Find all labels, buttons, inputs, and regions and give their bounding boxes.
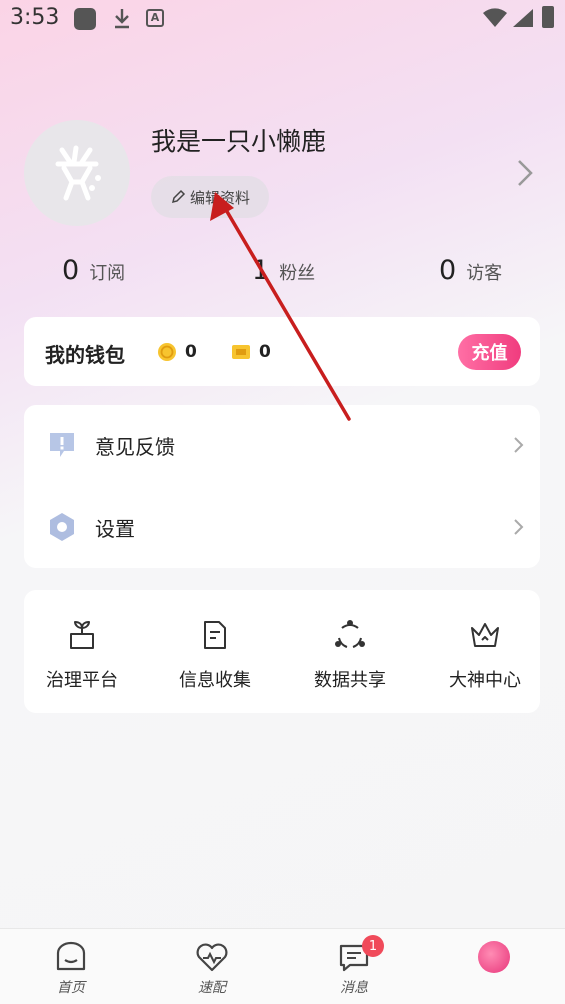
nav-label: 消息 [340,980,368,996]
stat-value: 1 [252,255,270,286]
stat-visitors[interactable]: 0 访客 [439,255,502,286]
accessibility-icon: A [146,9,164,27]
nav-label: 首页 [57,980,85,996]
grid-item-data-share[interactable]: 数据共享 [295,618,405,692]
coin-icon [158,343,176,361]
chevron-right-icon [514,437,524,453]
home-face-icon [56,941,86,971]
grid-item-master-center[interactable]: 大神中心 [430,618,540,692]
recharge-button[interactable]: 充值 [458,334,521,370]
share-icon [335,620,365,648]
deer-logo-icon [55,145,101,201]
tab-home[interactable]: 首页 [31,939,111,997]
chevron-right-icon [514,519,524,535]
edit-profile-button[interactable]: 编辑资料 [151,176,269,218]
nav-label: 速配 [198,980,226,996]
avatar[interactable] [24,120,130,226]
document-icon [204,621,226,649]
coin-balance: 0 [157,342,197,362]
stat-label: 访客 [466,263,503,284]
bottom-nav: 首页 速配 1 消息 [0,928,565,1004]
grid-item-governance[interactable]: 治理平台 [27,618,137,692]
chevron-right-icon[interactable] [514,158,536,188]
coin-count: 0 [185,342,197,362]
menu-label: 设置 [95,516,135,541]
grid-item-info-collect[interactable]: 信息收集 [160,618,270,692]
tab-match[interactable]: 速配 [172,939,252,997]
menu-item-feedback[interactable]: 意见反馈 [24,405,540,485]
wallet-card[interactable]: 我的钱包 0 0 充值 [24,317,540,386]
tab-profile[interactable] [454,939,534,975]
status-time: 3:53 [10,5,60,30]
status-bar: 3:53 A [0,0,565,38]
profile-tab-icon [478,941,510,973]
heart-pulse-icon [196,943,228,972]
wifi-icon [483,8,507,27]
pencil-icon [171,189,186,204]
battery-icon [542,6,554,28]
stat-subscriptions[interactable]: 0 订阅 [62,255,125,286]
stat-label: 订阅 [89,263,126,284]
profile-stats: 0 订阅 1 粉丝 0 访客 [0,255,565,299]
settings-icon [50,513,74,541]
unread-badge: 1 [362,935,384,957]
grid-label: 数据共享 [314,670,386,691]
wallet-title: 我的钱包 [45,343,125,367]
username: 我是一只小懒鹿 [151,127,327,156]
stat-followers[interactable]: 1 粉丝 [252,255,315,286]
crown-icon [471,623,499,647]
plant-icon [70,621,94,649]
edit-profile-label: 编辑资料 [189,188,250,207]
services-grid: 治理平台 信息收集 数据共享 大神中心 [24,590,540,713]
app-notification-icon [74,8,96,30]
menu-card: 意见反馈 设置 [24,405,540,568]
feedback-icon [50,433,74,457]
grid-label: 治理平台 [46,670,118,691]
ticket-count: 0 [259,342,271,362]
signal-icon [513,9,533,27]
ticket-icon [232,345,250,359]
menu-label: 意见反馈 [95,434,175,459]
tab-messages[interactable]: 1 消息 [314,935,394,997]
download-icon [115,9,129,29]
menu-item-settings[interactable]: 设置 [24,487,540,567]
stat-label: 粉丝 [279,263,316,284]
ticket-balance: 0 [231,342,271,362]
stat-value: 0 [439,255,457,286]
grid-label: 大神中心 [449,670,521,691]
stat-value: 0 [62,255,80,286]
grid-label: 信息收集 [179,670,251,691]
